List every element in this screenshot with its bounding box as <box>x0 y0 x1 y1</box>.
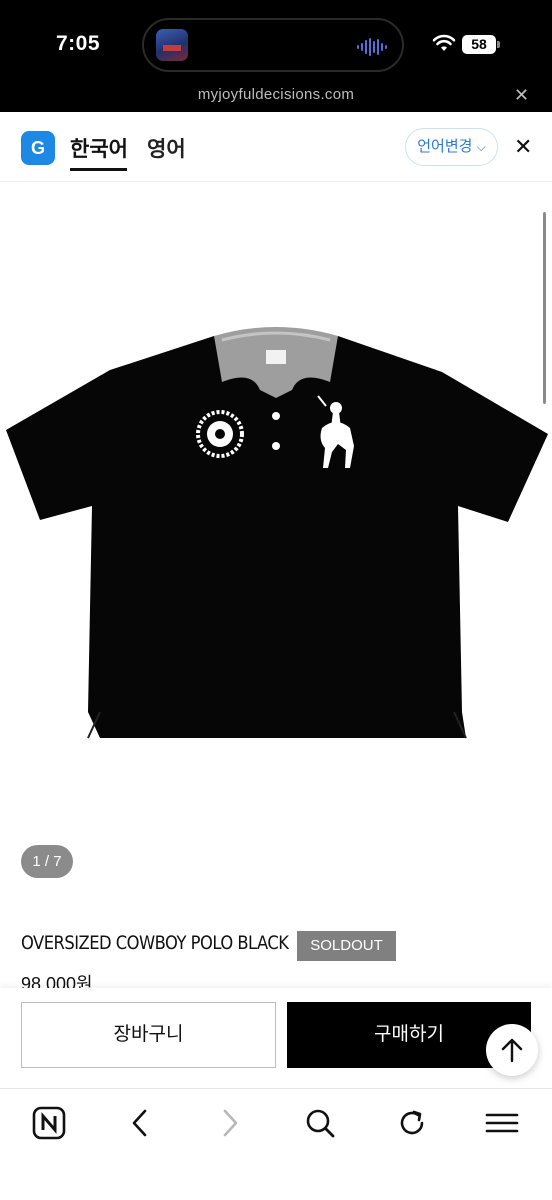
add-to-cart-button[interactable]: 장바구니 <box>21 1002 276 1068</box>
product-name: OVERSIZED COWBOY POLO BLACK <box>21 932 289 954</box>
menu-icon[interactable] <box>484 1105 520 1141</box>
change-language-button[interactable]: 언어변경 ⌵ <box>405 128 498 166</box>
tab-english[interactable]: 영어 <box>147 133 186 163</box>
close-icon[interactable]: ✕ <box>514 136 532 158</box>
change-language-label: 언어변경 <box>417 138 473 155</box>
search-icon[interactable] <box>302 1105 338 1141</box>
chevron-down-icon: ⌵ <box>476 140 486 154</box>
audio-wave-icon <box>357 38 387 56</box>
image-counter: 1 / 7 <box>21 845 73 878</box>
active-tab-indicator <box>70 168 127 171</box>
scroll-top-button[interactable] <box>486 1024 538 1076</box>
status-bar: 7:05 58 myjoyfuldecisions.com ✕ <box>0 0 552 112</box>
soldout-badge: SOLDOUT <box>297 931 396 961</box>
tab-korean[interactable]: 한국어 <box>70 133 128 163</box>
wifi-icon <box>432 34 456 51</box>
translate-bar: G 한국어 영어 언어변경 ⌵ ✕ <box>0 112 552 182</box>
dynamic-island[interactable] <box>142 18 404 72</box>
purchase-bar: 장바구니 구매하기 <box>0 988 552 1088</box>
music-artwork-icon <box>156 29 188 61</box>
address-bar[interactable]: myjoyfuldecisions.com <box>0 86 552 103</box>
forward-icon[interactable] <box>212 1105 248 1141</box>
status-time: 7:05 <box>56 32 101 55</box>
browser-nav-bar <box>0 1088 552 1200</box>
back-icon[interactable] <box>122 1105 158 1141</box>
battery-indicator: 58 <box>462 35 500 54</box>
translate-logo-icon: G <box>21 131 55 165</box>
product-image[interactable] <box>0 300 552 760</box>
naver-icon[interactable] <box>32 1105 68 1141</box>
close-icon[interactable]: ✕ <box>514 86 529 104</box>
arrow-up-icon <box>501 1038 523 1063</box>
refresh-icon[interactable] <box>394 1105 430 1141</box>
